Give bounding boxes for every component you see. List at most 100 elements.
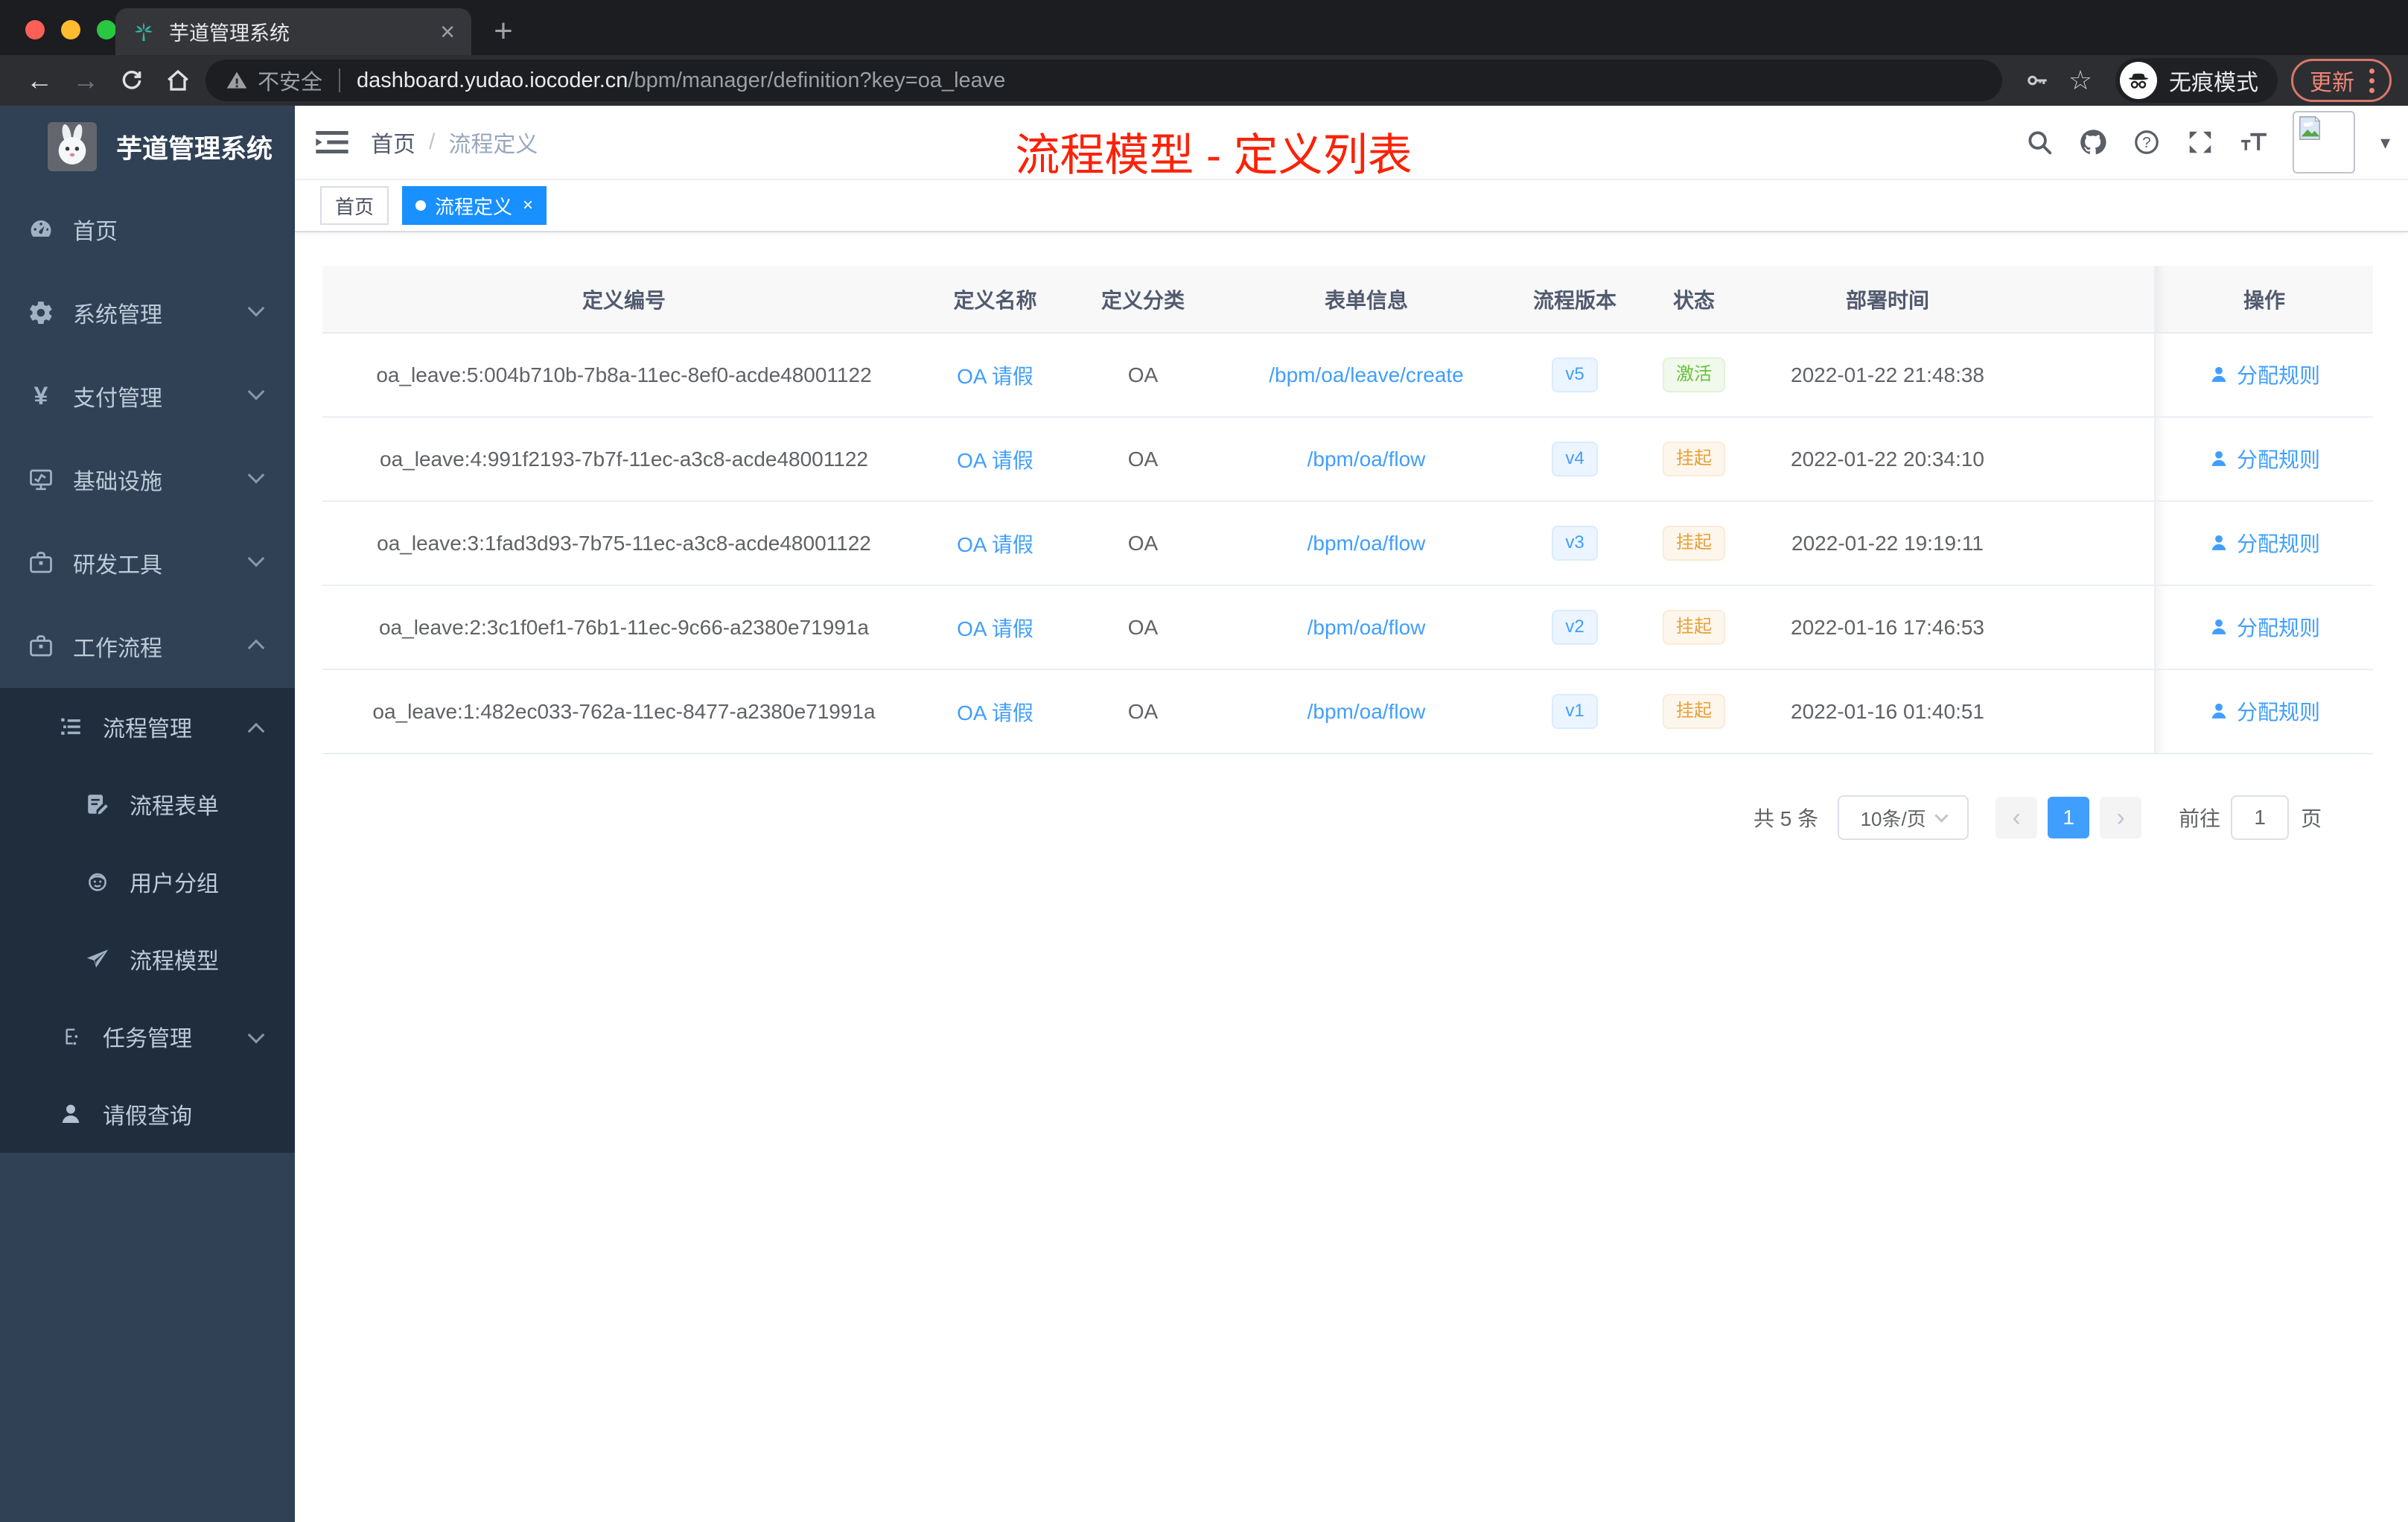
gear-icon (27, 299, 55, 327)
tags-view-bar: 首页 流程定义 × (295, 180, 2408, 232)
reload-button[interactable] (109, 60, 155, 101)
sidebar-item-task-management[interactable]: 任务管理 (0, 998, 295, 1075)
tag-process-definition[interactable]: 流程定义 × (402, 186, 547, 225)
status-badge: 挂起 (1663, 526, 1725, 561)
goto-page-input[interactable] (2231, 795, 2290, 840)
assign-rule-link[interactable]: 分配规则 (2208, 360, 2320, 389)
top-navbar: 首页 / 流程定义 流程模型 - 定义列表 ? ▾ (295, 106, 2408, 180)
sidebar-item-payment[interactable]: ¥ 支付管理 (0, 354, 295, 438)
search-icon[interactable] (2025, 127, 2054, 157)
form-link[interactable]: /bpm/oa/flow (1307, 532, 1426, 555)
definition-name-link[interactable]: OA 请假 (957, 365, 1033, 388)
form-link[interactable]: /bpm/oa/flow (1307, 616, 1426, 639)
column-header: 定义编号 (322, 266, 926, 334)
sidebar-collapse-icon[interactable] (316, 127, 348, 157)
forward-button[interactable]: → (63, 60, 109, 101)
definition-name-link[interactable]: OA 请假 (957, 533, 1033, 556)
person-icon (57, 1100, 85, 1128)
red-annotation-text: 流程模型 - 定义列表 (1015, 130, 1412, 180)
sidebar-item-workflow[interactable]: 工作流程 (0, 605, 295, 688)
form-link[interactable]: /bpm/oa/flow (1307, 448, 1426, 471)
sidebar-item-label: 流程管理 (103, 717, 192, 742)
browser-tab[interactable]: 芋道管理系统 × (115, 8, 471, 55)
sidebar-item-process-form[interactable]: 流程表单 (0, 765, 295, 843)
definition-table: 定义编号 定义名称 定义分类 表单信息 流程版本 状态 部署时间 操作 oa_l… (322, 266, 2373, 754)
definition-id: oa_leave:5:004b710b-7b8a-11ec-8ef0-acde4… (322, 333, 926, 418)
definition-name-link[interactable]: OA 请假 (957, 449, 1033, 472)
tab-close-icon[interactable]: × (440, 19, 455, 45)
avatar[interactable] (2292, 111, 2355, 173)
app-title: 芋道管理系统 (116, 134, 273, 164)
favicon-leaf-icon (132, 20, 156, 44)
definition-category: OA (1065, 501, 1221, 586)
sidebar-logo[interactable]: 芋道管理系统 (0, 106, 295, 188)
new-tab-button[interactable]: + (482, 10, 524, 52)
window-controls[interactable] (25, 20, 116, 39)
back-button[interactable]: ← (16, 60, 63, 101)
chevron-down-icon (247, 550, 265, 567)
fullscreen-icon[interactable] (2185, 127, 2215, 157)
close-window-button[interactable] (25, 20, 45, 39)
assign-rule-link[interactable]: 分配规则 (2208, 612, 2320, 642)
help-icon[interactable]: ? (2132, 127, 2162, 157)
chevron-up-icon (247, 722, 265, 740)
sidebar-item-infrastructure[interactable]: 基础设施 (0, 438, 295, 521)
version-badge: v5 (1552, 357, 1598, 392)
incognito-icon (2120, 62, 2157, 99)
sidebar-item-process-model[interactable]: 流程模型 (0, 920, 295, 998)
workflow-submenu: 流程管理 流程表单 用户分组 流程模型 任务管理 请假查询 (0, 688, 295, 1153)
definition-name-link[interactable]: OA 请假 (957, 701, 1033, 725)
caret-down-icon[interactable]: ▾ (2380, 131, 2390, 154)
page-size-select[interactable]: 10条/页 (1838, 795, 1969, 840)
home-button[interactable] (155, 60, 201, 101)
page-unit-label: 页 (2301, 807, 2322, 830)
table-header-row: 定义编号 定义名称 定义分类 表单信息 流程版本 状态 部署时间 操作 (322, 266, 2373, 334)
briefcase-icon (27, 632, 55, 660)
sidebar-item-devtools[interactable]: 研发工具 (0, 521, 295, 605)
filler-cell (2025, 501, 2155, 586)
sidebar-item-user-group[interactable]: 用户分组 (0, 843, 295, 920)
sidebar-item-label: 流程模型 (130, 949, 219, 974)
assign-rule-link[interactable]: 分配规则 (2208, 528, 2320, 558)
status-badge: 挂起 (1663, 610, 1725, 645)
github-icon[interactable] (2078, 127, 2108, 157)
form-link[interactable]: /bpm/oa/leave/create (1269, 363, 1464, 386)
font-size-icon[interactable] (2239, 127, 2269, 157)
assign-rule-link[interactable]: 分配规则 (2208, 444, 2320, 474)
sidebar-item-home[interactable]: 首页 (0, 188, 295, 271)
definition-name-link[interactable]: OA 请假 (957, 617, 1033, 640)
column-header: 表单信息 (1221, 266, 1512, 334)
url-text[interactable]: dashboard.yudao.iocoder.cn/bpm/manager/d… (357, 69, 1005, 93)
assign-rule-link[interactable]: 分配规则 (2208, 696, 2320, 726)
sidebar-item-system[interactable]: 系统管理 (0, 271, 295, 354)
bookmark-star-icon[interactable]: ☆ (2059, 60, 2102, 101)
breadcrumb-home[interactable]: 首页 (371, 126, 415, 159)
yen-icon: ¥ (34, 381, 48, 410)
sidebar-item-leave-query[interactable]: 请假查询 (0, 1075, 295, 1153)
page-number-button[interactable]: 1 (2048, 797, 2090, 838)
definition-category: OA (1065, 333, 1221, 418)
filler-cell (2025, 669, 2155, 754)
password-key-icon[interactable] (2016, 60, 2059, 101)
address-bar[interactable]: 不安全 dashboard.yudao.iocoder.cn/bpm/manag… (206, 60, 2002, 101)
tag-home[interactable]: 首页 (320, 186, 389, 225)
minimize-window-button[interactable] (61, 20, 80, 39)
table-row: oa_leave:5:004b710b-7b8a-11ec-8ef0-acde4… (322, 333, 2373, 418)
status-badge: 挂起 (1663, 694, 1725, 729)
prev-page-button[interactable]: ‹ (1995, 797, 2038, 838)
table-row: oa_leave:4:991f2193-7b7f-11ec-a3c8-acde4… (322, 417, 2373, 502)
maximize-window-button[interactable] (97, 20, 116, 39)
filler-cell (2025, 333, 2155, 418)
browser-menu-icon[interactable] (2366, 66, 2377, 96)
tag-close-icon[interactable]: × (523, 195, 533, 216)
update-button[interactable]: 更新 (2291, 59, 2392, 102)
warning-icon (225, 69, 249, 92)
goto-label: 前往 (2179, 807, 2221, 830)
omnibox-divider (339, 69, 341, 92)
next-page-button[interactable]: › (2100, 797, 2142, 838)
security-label[interactable]: 不安全 (258, 65, 322, 96)
sidebar-item-process-management[interactable]: 流程管理 (0, 688, 295, 765)
status-badge: 激活 (1663, 357, 1725, 392)
definition-category: OA (1065, 669, 1221, 754)
form-link[interactable]: /bpm/oa/flow (1307, 700, 1426, 723)
